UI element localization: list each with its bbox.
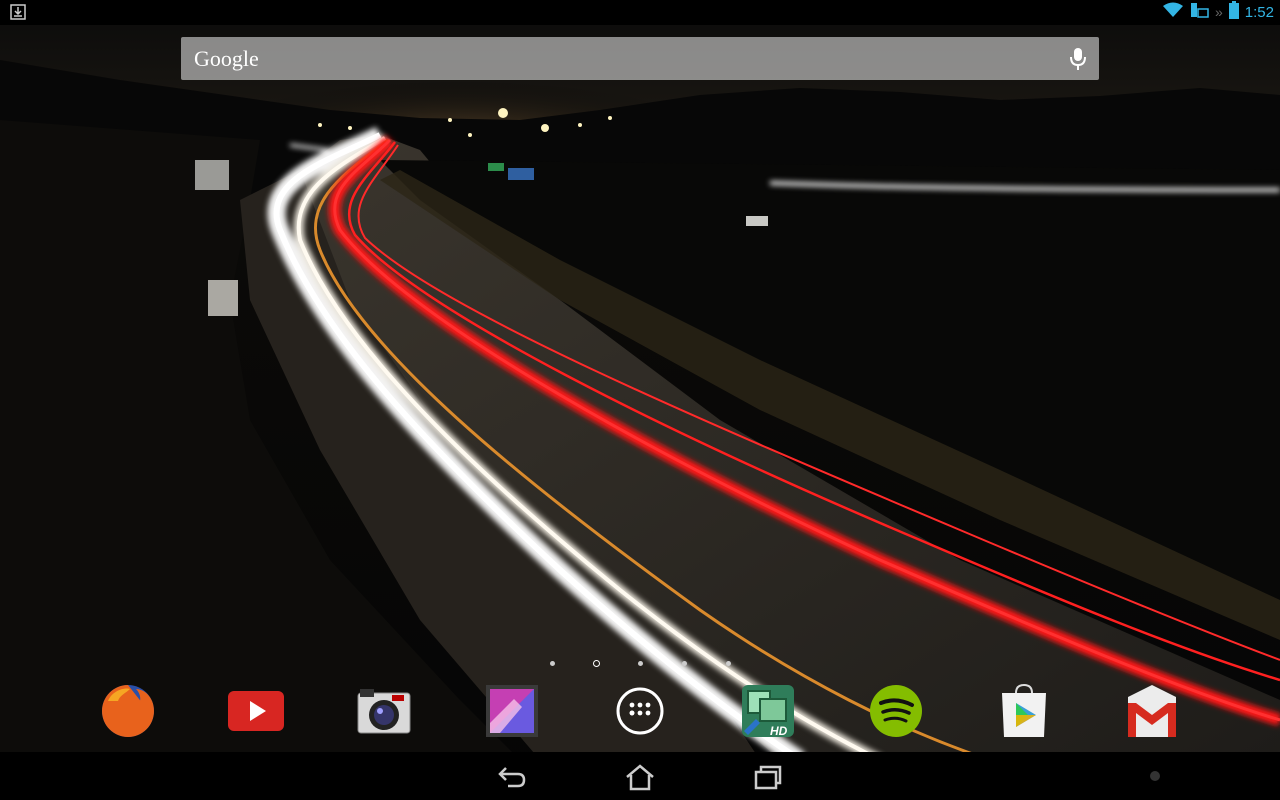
- page-dot: [638, 661, 643, 666]
- menu-indicator-dot: [1150, 771, 1160, 781]
- google-search-bar[interactable]: Google: [181, 37, 1099, 80]
- page-dot-current: [593, 660, 600, 667]
- spotify-icon[interactable]: [868, 683, 924, 739]
- navigation-bar: [0, 752, 1280, 800]
- page-dot: [682, 661, 687, 666]
- screen-tools-icon[interactable]: HD: [740, 683, 796, 739]
- page-dot: [550, 661, 555, 666]
- google-logo: Google: [194, 46, 259, 71]
- camera-icon[interactable]: [356, 683, 412, 739]
- page-indicator: [540, 656, 740, 672]
- wifi-icon: [1163, 2, 1183, 23]
- chevron-right-icon: »: [1215, 4, 1223, 20]
- apps-grid-icon[interactable]: [612, 683, 668, 739]
- battery-icon: [1228, 0, 1239, 24]
- back-icon[interactable]: [487, 760, 537, 794]
- keyboard-icon: [1189, 1, 1209, 24]
- clock: 1:52: [1244, 3, 1274, 21]
- recents-icon[interactable]: [743, 760, 793, 794]
- hd-badge: HD: [770, 724, 788, 738]
- home-icon[interactable]: [615, 760, 665, 794]
- gallery-icon[interactable]: [484, 683, 540, 739]
- gmail-icon[interactable]: [1124, 683, 1180, 739]
- wallpaper: [0, 0, 1280, 800]
- page-dot: [726, 661, 731, 666]
- download-notification-icon[interactable]: [10, 4, 26, 25]
- firefox-icon[interactable]: [100, 683, 156, 739]
- youtube-icon[interactable]: [228, 683, 284, 739]
- status-bar: » 1:52: [0, 0, 1280, 25]
- mic-icon[interactable]: [1069, 47, 1087, 76]
- play-store-icon[interactable]: [996, 683, 1052, 739]
